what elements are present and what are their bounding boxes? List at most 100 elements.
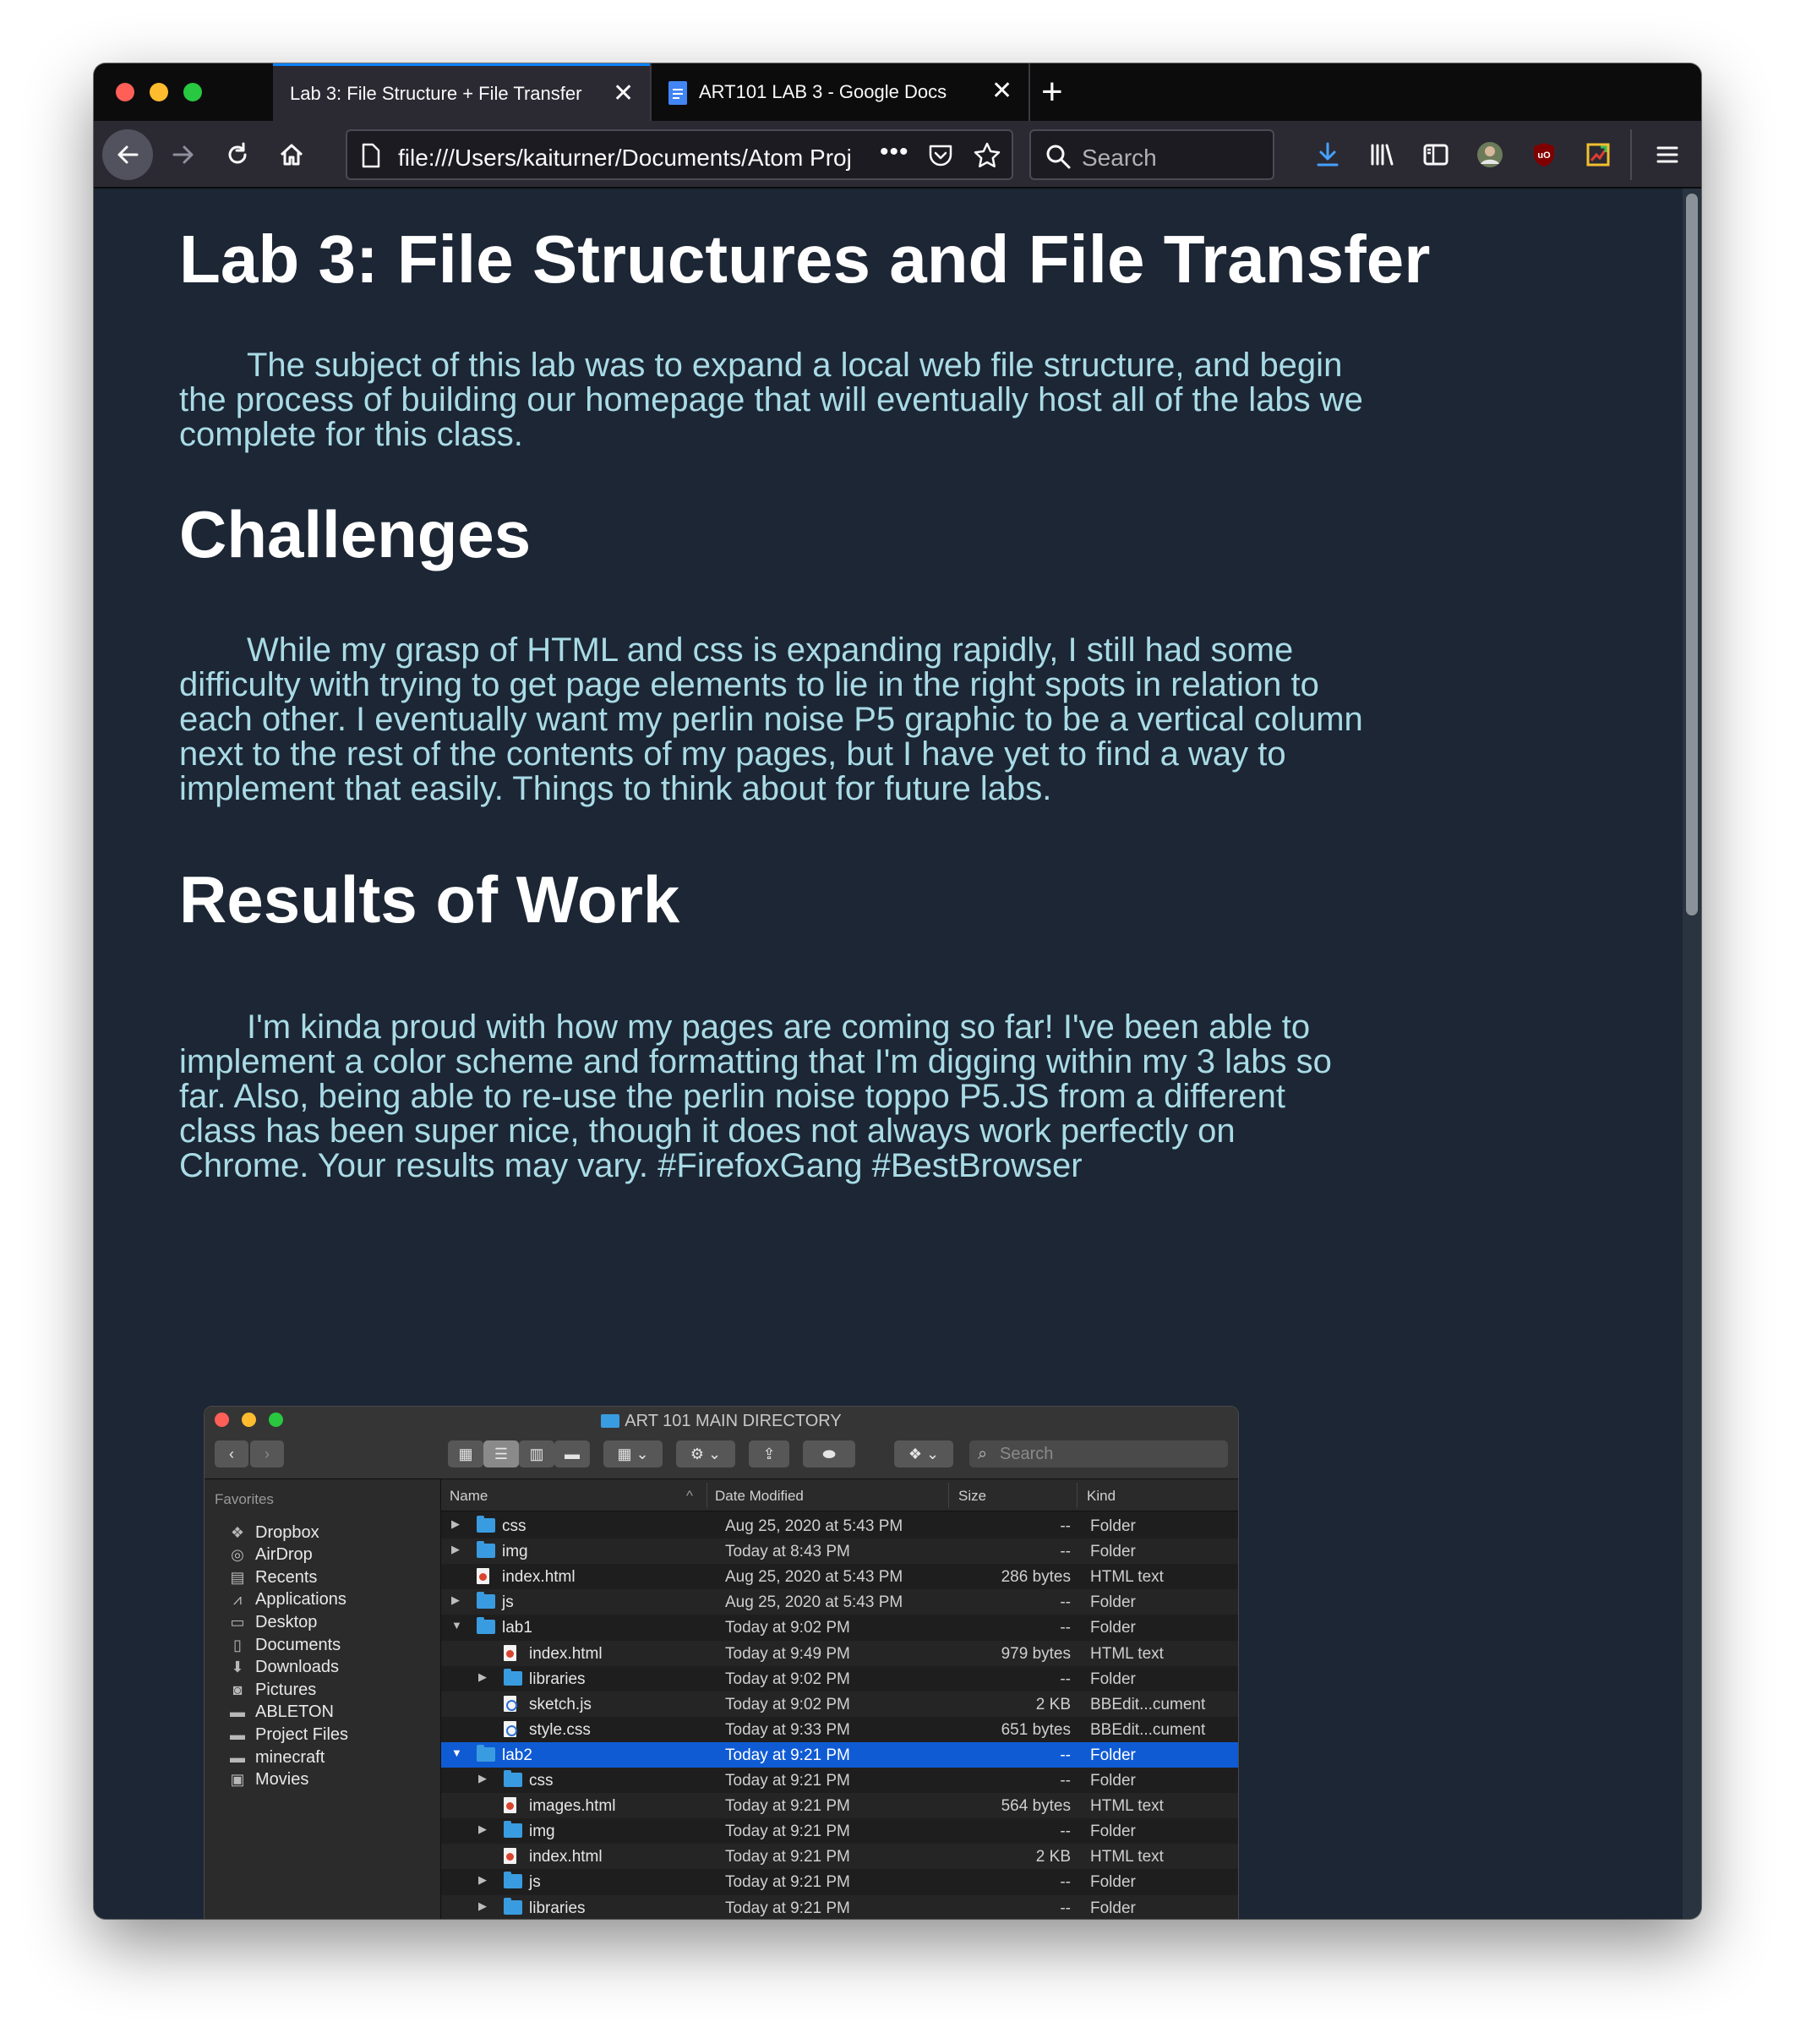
favorites-heading: Favorites [215,1491,274,1507]
file-row: ▶ js Aug 25, 2020 at 5:43 PM -- Folder [441,1589,1238,1615]
folder-icon [601,1414,620,1428]
file-date: Today at 9:49 PM [725,1644,850,1663]
close-window-button[interactable] [116,83,134,101]
file-date: Today at 9:21 PM [725,1848,850,1866]
sidebar-button[interactable] [1412,131,1459,178]
url-text[interactable]: file:///Users/kaiturner/Documents/Atom P… [398,145,871,172]
desktop-icon: ▭ [230,1613,245,1631]
search-icon: ⌕ [978,1445,988,1463]
file-row: ▶ libraries Today at 9:21 PM -- Folder [441,1894,1238,1919]
extension-button[interactable] [1574,131,1622,178]
size-column-header: Size [958,1488,987,1504]
file-size: -- [1060,1899,1071,1917]
file-row: ▼ lab1 Today at 9:02 PM -- Folder [441,1615,1238,1640]
sidebar-item-airdrop: ◎ AirDrop [226,1543,313,1568]
downloads-button[interactable] [1304,131,1351,178]
close-tab-icon[interactable]: ✕ [991,79,1012,104]
sidebar-item-applications: ⩘ Applications [226,1588,346,1613]
sidebar-item-label: Project Files [255,1724,349,1744]
view-gallery-button: ▬ [554,1440,590,1467]
minimize-window-button[interactable] [150,83,168,101]
page-scrollbar[interactable] [1683,189,1701,1919]
file-kind: Folder [1090,1543,1136,1561]
folder-icon: ▬ [230,1703,245,1721]
folder-icon: ▬ [230,1725,245,1743]
scrollbar-thumb[interactable] [1686,194,1698,915]
reload-button[interactable] [214,131,261,178]
file-size: -- [1060,1670,1071,1688]
file-row: index.html Today at 9:21 PM 2 KB HTML text [441,1844,1238,1870]
pocket-icon[interactable] [927,142,954,169]
sidebar-icon [1423,144,1449,166]
file-kind: HTML text [1090,1568,1164,1587]
column-divider [1077,1483,1078,1508]
disclosure-collapsed-icon: ▶ [478,1670,487,1683]
home-button[interactable] [268,131,315,178]
view-list-button: ☰ [483,1440,519,1467]
folder-icon [504,1668,522,1686]
file-date: Today at 9:21 PM [725,1823,850,1841]
file-date: Today at 9:02 PM [725,1670,850,1688]
tab-google-docs[interactable]: ART101 LAB 3 - Google Docs ✕ [652,63,1028,121]
dropbox-icon: ❖ [230,1523,245,1541]
file-size: -- [1060,1772,1071,1790]
html-file-icon [504,1644,516,1661]
disclosure-collapsed-icon: ▶ [451,1593,460,1607]
disclosure-collapsed-icon: ▶ [478,1899,487,1912]
folder-icon: ▬ [230,1748,245,1766]
close-tab-icon[interactable]: ✕ [613,81,634,107]
code-file-icon [504,1695,517,1712]
movies-icon: ▣ [230,1771,245,1789]
tab-bar: Lab 3: File Structure + File Transfer ✕ … [94,63,1701,121]
file-size: 2 KB [1035,1848,1071,1866]
disclosure-expanded-icon: ▼ [451,1619,462,1632]
account-button[interactable] [1466,131,1514,178]
sidebar-item-label: AirDrop [255,1545,313,1565]
zoom-window-button[interactable] [183,83,202,101]
toolbar-separator [1630,129,1632,180]
file-name: img [502,1543,528,1561]
file-size: 979 bytes [1001,1644,1071,1663]
disclosure-collapsed-icon: ▶ [478,1772,487,1784]
file-kind: Folder [1090,1619,1136,1637]
home-icon [280,144,303,166]
file-size: -- [1060,1517,1071,1535]
new-tab-button[interactable]: + [1041,74,1063,111]
group-button: ▦ ⌄ [603,1440,663,1467]
url-bar[interactable]: file:///Users/kaiturner/Documents/Atom P… [346,129,1013,180]
file-date: Today at 9:33 PM [725,1720,850,1739]
sidebar-item-label: Downloads [255,1658,339,1677]
sidebar-item-documents: ▯ Documents [226,1632,341,1658]
bookmark-star-icon[interactable] [973,141,1001,170]
results-paragraph: I'm kinda proud with how my pages are co… [179,1008,1332,1184]
sidebar-item-label: Applications [255,1590,346,1610]
file-date: Today at 8:43 PM [725,1543,850,1561]
file-kind: Folder [1090,1772,1136,1790]
sort-ascending-icon: ^ [686,1488,693,1504]
ublock-button[interactable]: uO [1520,131,1568,178]
file-date: Today at 9:21 PM [725,1772,850,1790]
file-kind: HTML text [1090,1848,1164,1866]
sidebar-item-label: ABLETON [255,1702,334,1722]
disclosure-collapsed-icon: ▶ [478,1823,487,1836]
file-row: sketch.js Today at 9:02 PM 2 KB BBEdit...cu… [441,1691,1238,1717]
tab-lab3[interactable]: Lab 3: File Structure + File Transfer ✕ [273,63,650,121]
file-kind: Folder [1090,1670,1136,1688]
finder-file-list: Name ^ Date Modified Size Kind ▶ css Aug 2… [441,1479,1238,1919]
search-bar[interactable]: Search [1029,129,1274,180]
date-column-header: Date Modified [715,1488,804,1504]
sidebar-item-recents: ▤ Recents [226,1565,317,1590]
file-name: css [502,1517,526,1535]
finder-search-field: ⌕ Search [969,1440,1228,1467]
more-icon[interactable]: ••• [880,138,909,167]
file-name: js [529,1873,541,1892]
download-icon [1317,142,1339,167]
menu-button[interactable] [1644,131,1691,178]
forward-button[interactable] [160,131,207,178]
dropbox-button: ❖ ⌄ [894,1440,953,1467]
library-button[interactable] [1358,131,1405,178]
folder-icon [504,1872,522,1889]
share-button: ⇪ [749,1440,789,1467]
file-kind: Folder [1090,1593,1136,1612]
back-button[interactable] [102,129,153,180]
